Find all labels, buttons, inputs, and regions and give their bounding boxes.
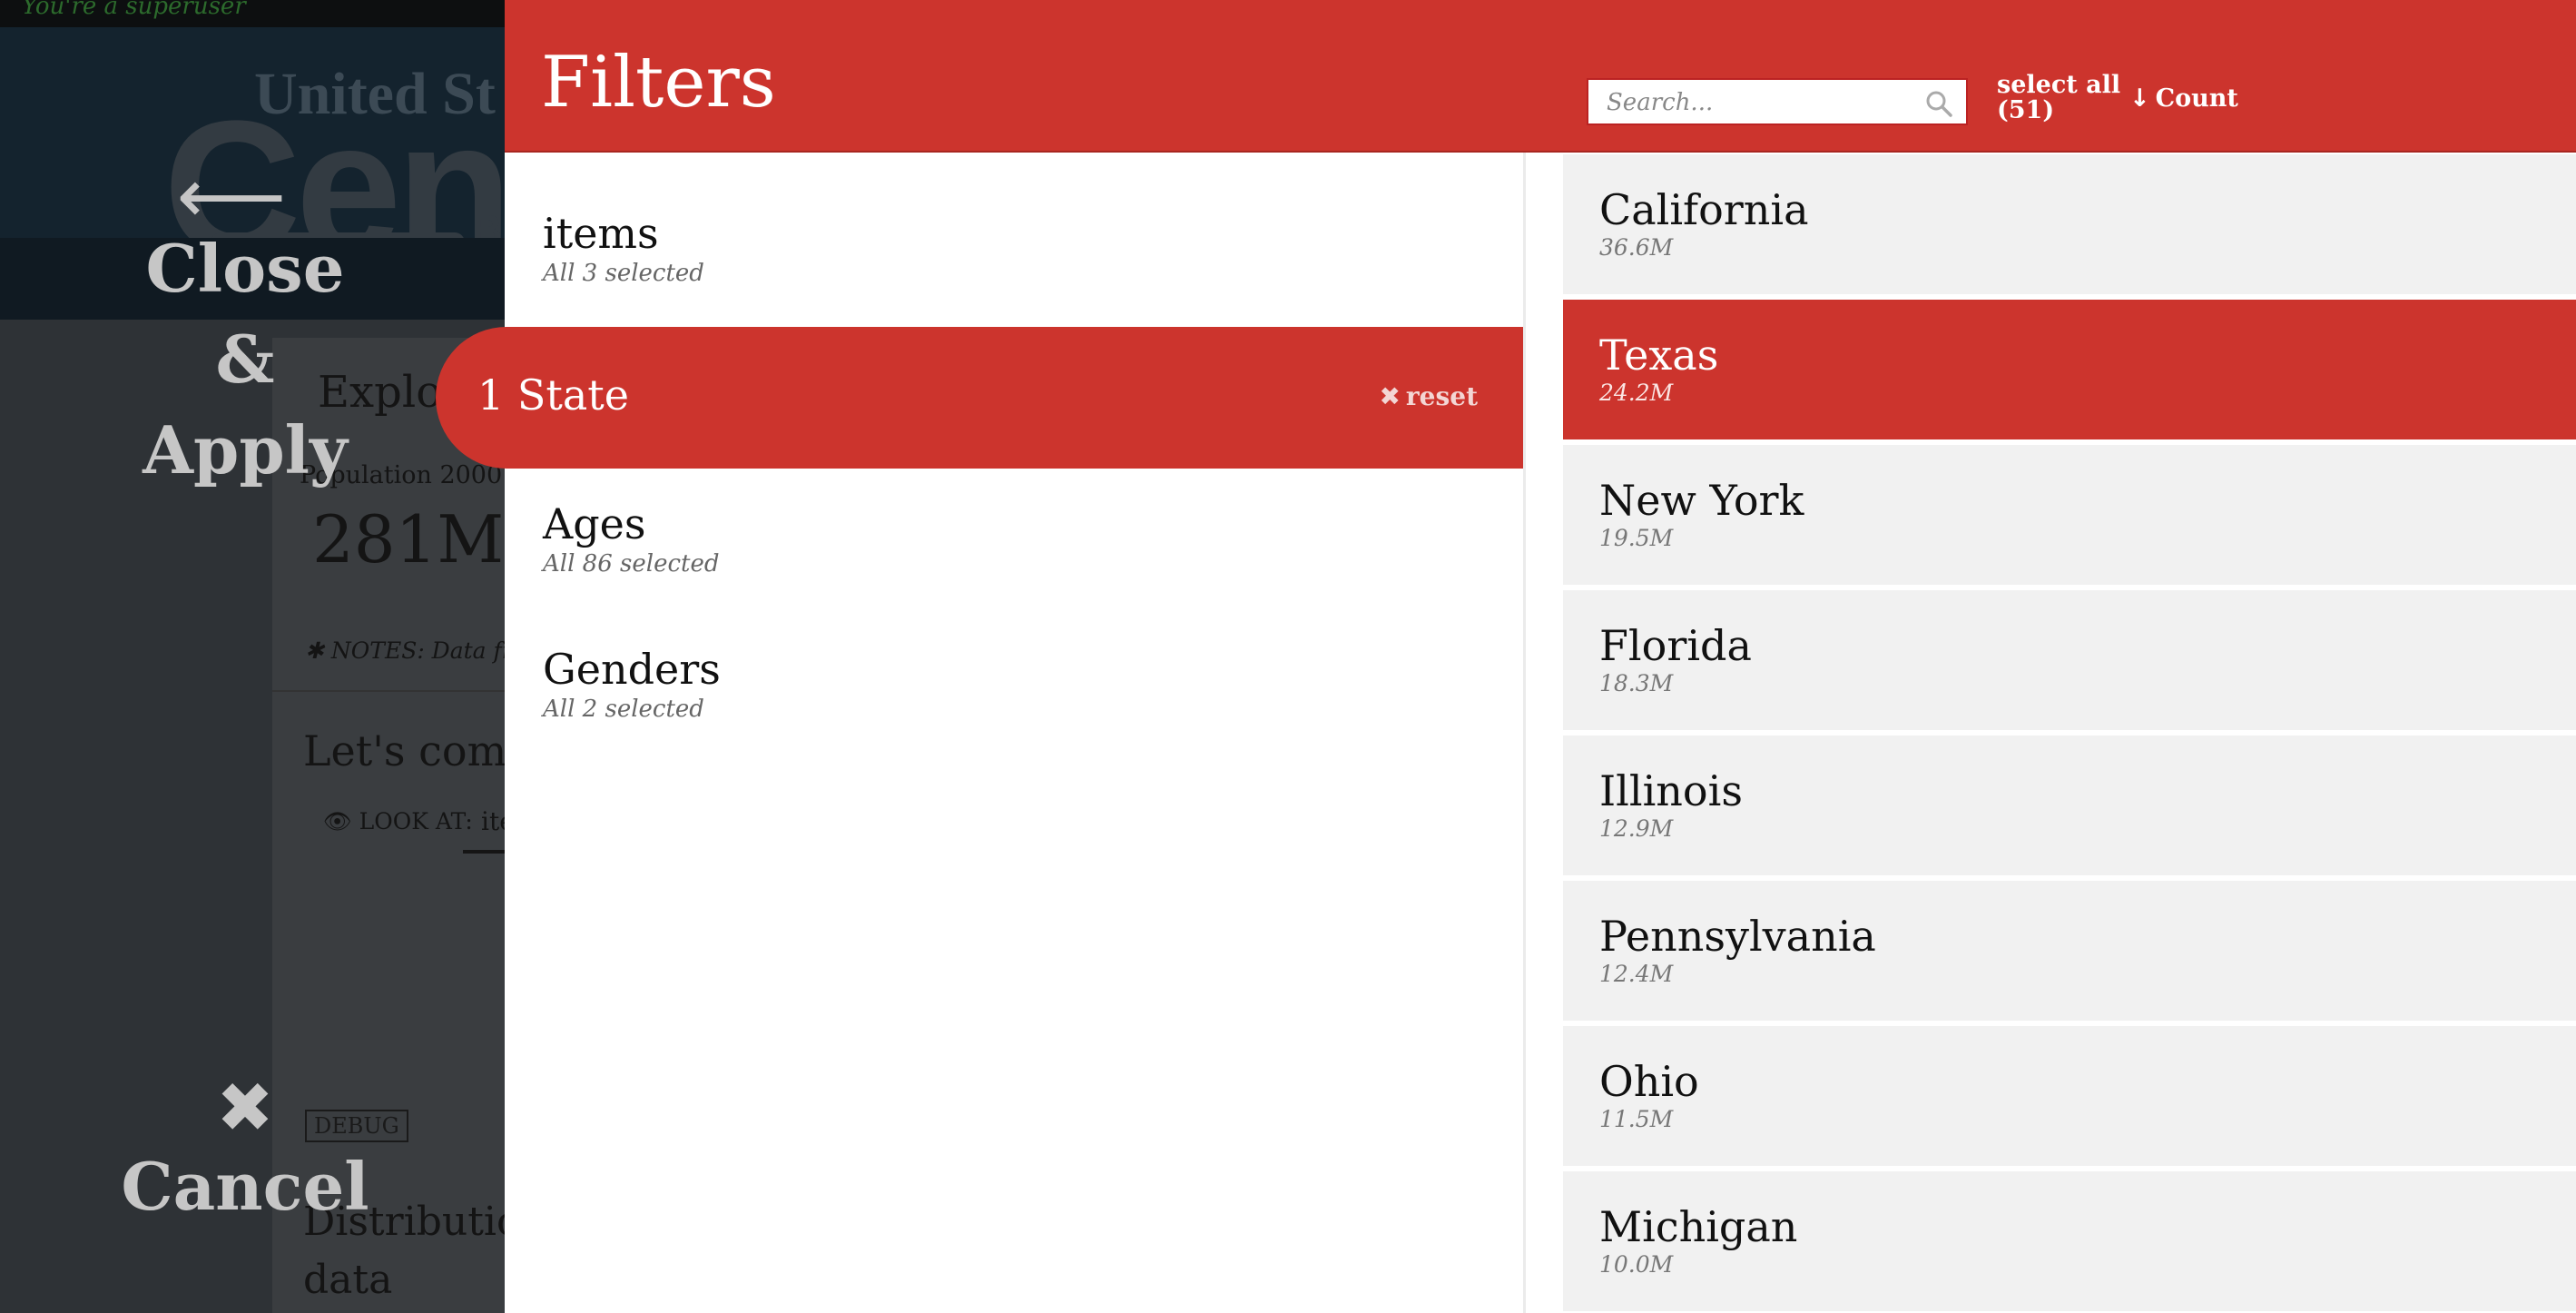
close-apply-label-line1: Close & xyxy=(145,230,345,398)
list-item-count: 19.5M xyxy=(1599,525,1674,551)
list-item-illinois[interactable]: Illinois 12.9M xyxy=(1563,735,2576,875)
close-icon: ✖ xyxy=(1379,381,1401,411)
list-item-name: Ohio xyxy=(1599,1057,1699,1106)
notes-text: ✱ NOTES: Data fro xyxy=(305,637,526,664)
superuser-text: You're a superuser xyxy=(22,0,246,20)
filter-group-state[interactable]: 1 State ✖ reset xyxy=(436,327,1523,469)
list-item-texas[interactable]: Texas 24.2M xyxy=(1563,300,2576,439)
state-values-list: California 36.6M Texas 24.2M New York 19… xyxy=(1552,153,2576,1313)
list-item-count: 18.3M xyxy=(1599,670,1674,696)
filter-group-name: Ages xyxy=(543,499,646,548)
filter-group-status: All 3 selected xyxy=(543,260,704,287)
compare-heading: Let's comp xyxy=(303,726,534,775)
filter-group-items[interactable]: items All 3 selected xyxy=(505,153,1523,294)
list-item-name: Michigan xyxy=(1599,1202,1798,1251)
sort-label: Count xyxy=(2155,84,2238,113)
list-item-michigan[interactable]: Michigan 10.0M xyxy=(1563,1171,2576,1311)
list-item-count: 12.9M xyxy=(1599,815,1674,842)
arrow-down-icon: ↓ xyxy=(2129,84,2150,113)
filters-header: Filters Search... select all (51) ↓ Count xyxy=(505,0,2576,153)
list-item-count: 24.2M xyxy=(1599,380,1674,406)
filter-group-name: items xyxy=(543,209,659,258)
filter-group-name: 1 State xyxy=(477,370,630,420)
close-icon: ✖ xyxy=(216,1067,274,1148)
search-input[interactable]: Search... xyxy=(1587,78,1968,125)
filter-group-genders[interactable]: Genders All 2 selected xyxy=(505,588,1523,730)
filters-panel: Filters Search... select all (51) ↓ Count… xyxy=(505,0,2576,1313)
cancel-button[interactable]: ✖ Cancel xyxy=(109,1070,381,1228)
list-item-name: California xyxy=(1599,185,1809,234)
look-at-label: 👁 LOOK AT: xyxy=(323,808,473,834)
list-item-name: Florida xyxy=(1599,621,1752,670)
list-item-name: Pennsylvania xyxy=(1599,912,1876,961)
list-item-count: 10.0M xyxy=(1599,1251,1674,1278)
list-item-count: 36.6M xyxy=(1599,234,1674,261)
search-icon xyxy=(1926,91,1952,117)
close-apply-label-line2: Apply xyxy=(143,411,348,489)
population-value: 281M xyxy=(312,501,505,578)
distribution-heading-line2: data xyxy=(303,1257,393,1303)
select-all-button[interactable]: select all (51) xyxy=(1997,73,2120,123)
cancel-label: Cancel xyxy=(121,1148,369,1225)
background-divider xyxy=(272,690,545,692)
reset-button[interactable]: ✖ reset xyxy=(1379,381,1478,411)
list-item-florida[interactable]: Florida 18.3M xyxy=(1563,590,2576,730)
list-item-new-york[interactable]: New York 19.5M xyxy=(1563,445,2576,585)
select-all-label: select all xyxy=(1997,71,2121,99)
list-item-name: Texas xyxy=(1599,331,1719,380)
sort-by-count-button[interactable]: ↓ Count xyxy=(2129,84,2238,113)
list-item-california[interactable]: California 36.6M xyxy=(1563,154,2576,294)
back-arrow-icon: ⟵ xyxy=(176,152,287,241)
search-placeholder: Search... xyxy=(1607,89,1714,116)
list-item-name: Illinois xyxy=(1599,766,1743,815)
filter-group-status: All 2 selected xyxy=(543,696,704,723)
reset-label: reset xyxy=(1405,381,1478,411)
list-item-count: 12.4M xyxy=(1599,961,1674,987)
list-item-count: 11.5M xyxy=(1599,1106,1674,1132)
list-item-pennsylvania[interactable]: Pennsylvania 12.4M xyxy=(1563,881,2576,1021)
close-apply-button[interactable]: ⟵ Close & Apply xyxy=(109,158,381,496)
filter-group-name: Genders xyxy=(543,645,721,694)
list-item-ohio[interactable]: Ohio 11.5M xyxy=(1563,1026,2576,1166)
filter-group-status: All 86 selected xyxy=(543,550,720,578)
page-title: Filters xyxy=(541,42,776,123)
select-all-count: (51) xyxy=(1997,96,2055,124)
list-item-name: New York xyxy=(1599,476,1804,525)
